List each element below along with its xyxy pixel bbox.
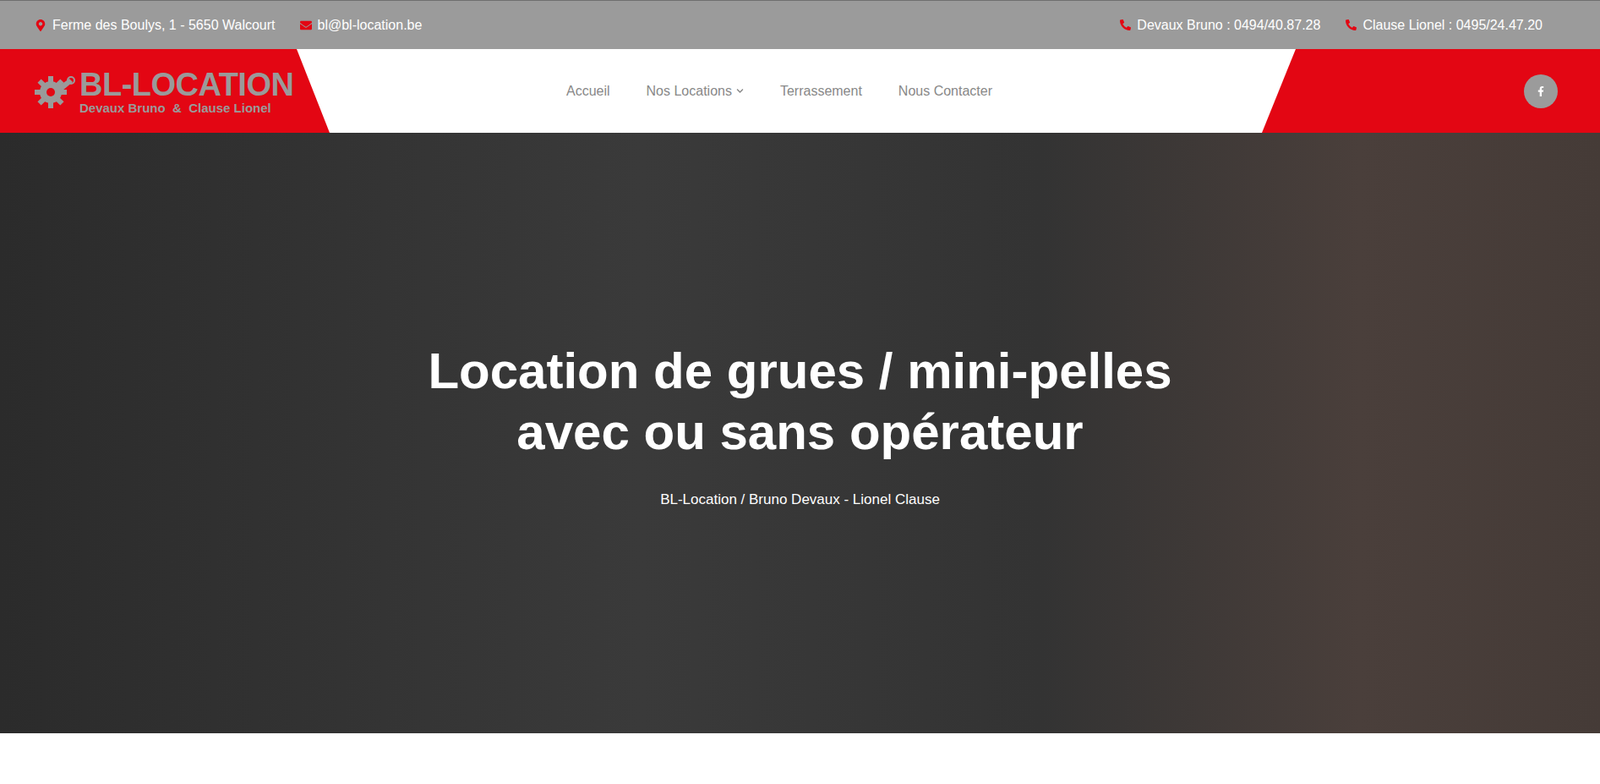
nav-bar: BL-LOCATIONDevaux Bruno & Clause LionelA…	[0, 49, 1600, 133]
nav-link[interactable]: Nous Contacter	[898, 83, 993, 99]
phone-icon	[1344, 18, 1357, 33]
phone-icon	[1119, 18, 1131, 33]
nav-link[interactable]: Accueil	[566, 83, 611, 99]
gear-logo-icon	[32, 71, 77, 111]
nav-menu: Accueil Nos Locations Terrassement Nous Con…	[296, 49, 1296, 133]
hero-subtitle: BL-Location / Bruno Devaux - Lionel Clau…	[660, 491, 940, 508]
facebook-icon	[1535, 86, 1546, 97]
nav-link[interactable]: Nos Locations	[646, 83, 744, 99]
hero: Location de grues / mini-pellesavec ou s…	[0, 132, 1600, 733]
envelope-icon	[300, 18, 312, 33]
top-bar: Ferme des Boulys, 1 - 5650 Walcourt bl@bl…	[0, 0, 1600, 50]
chevron-down-icon	[736, 87, 744, 95]
logo-subtitle: Devaux Bruno & Clause Lionel	[79, 101, 294, 115]
phone[interactable]: Clause Lionel : 0495/24.47.20	[1344, 17, 1543, 33]
map-marker-icon	[34, 18, 47, 33]
logo[interactable]: BL-LOCATIONDevaux Bruno & Clause Lionel	[0, 49, 297, 133]
facebook-button[interactable]	[1523, 74, 1558, 109]
logo-title: BL-LOCATION	[79, 68, 294, 101]
phone[interactable]: Devaux Bruno : 0494/40.87.28	[1119, 17, 1321, 33]
page: Ferme des Boulys, 1 - 5650 Walcourt bl@bl…	[0, 0, 1600, 784]
nav-link[interactable]: Terrassement	[780, 83, 863, 99]
address: Ferme des Boulys, 1 - 5650 Walcourt	[34, 17, 276, 33]
email[interactable]: bl@bl-location.be	[300, 17, 423, 33]
hero-title: Location de grues / mini-pellesavec ou s…	[427, 340, 1172, 463]
